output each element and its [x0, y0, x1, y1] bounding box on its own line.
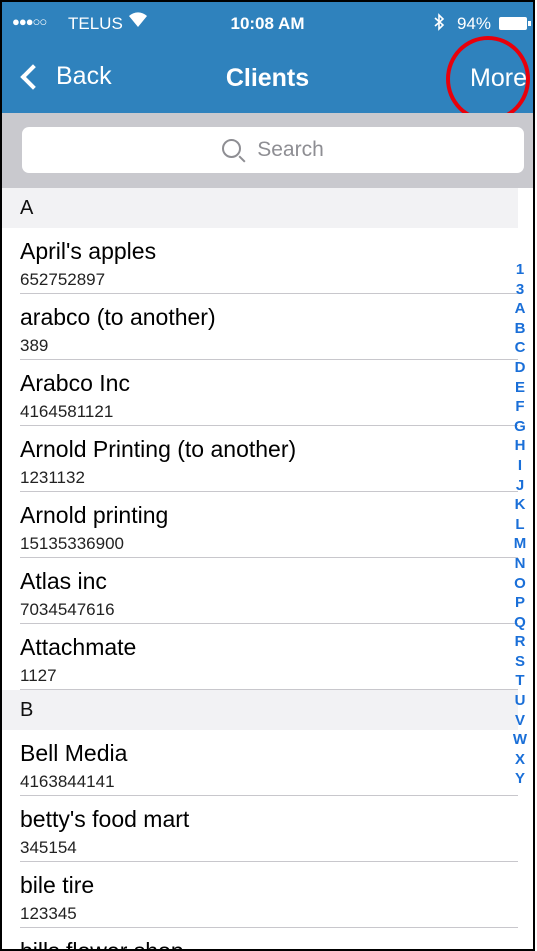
client-number: 652752897 [20, 270, 106, 289]
index-letter[interactable]: P [515, 593, 525, 613]
client-number: 4164581121 [20, 402, 114, 421]
list-item[interactable]: Atlas inc 7034547616 [2, 558, 518, 624]
index-letter[interactable]: 3 [516, 280, 524, 300]
index-letter[interactable]: 1 [516, 260, 524, 280]
list-item[interactable]: Arnold Printing (to another) 1231132 [2, 426, 518, 492]
client-name: betty's food mart [20, 806, 190, 832]
client-name: arabco (to another) [20, 304, 216, 330]
search-placeholder: Search [257, 138, 324, 161]
status-time: 10:08 AM [230, 14, 305, 33]
battery-percent: 94% [456, 14, 491, 33]
index-letter[interactable]: I [518, 456, 522, 476]
more-button[interactable]: More [470, 64, 527, 93]
index-letter[interactable]: V [515, 711, 525, 731]
client-name: April's apples [20, 238, 157, 264]
client-number: 4163844141 [20, 772, 115, 791]
index-letter[interactable]: K [515, 495, 526, 515]
index-letter[interactable]: N [515, 554, 526, 574]
index-letter[interactable]: U [515, 691, 526, 711]
battery-icon [499, 17, 531, 30]
client-name: bills flower shop [20, 938, 184, 951]
index-letter[interactable]: L [515, 515, 524, 535]
list-item[interactable]: Attachmate 1127 [2, 624, 518, 690]
section-header-b: B [2, 690, 518, 730]
client-number: 389 [20, 336, 49, 355]
section-header-a: A [2, 188, 518, 228]
app-frame: ●●●○○ TELUS 10:08 AM 94% Back Clients Mo… [0, 0, 535, 951]
page-title: Clients [225, 64, 310, 92]
client-number: 345154 [20, 838, 77, 857]
client-name: Atlas inc [20, 568, 107, 594]
list-item[interactable]: bile tire 123345 [2, 862, 518, 928]
client-list: A April's apples 652752897 arabco (to an… [2, 188, 518, 951]
index-letter[interactable]: C [515, 338, 526, 358]
list-item[interactable]: Bell Media 4163844141 [2, 730, 518, 796]
client-name: bile tire [20, 872, 95, 898]
index-letter[interactable]: T [515, 671, 524, 691]
index-letter[interactable]: S [515, 652, 525, 672]
client-name: Arnold printing [20, 502, 169, 528]
status-bar: ●●●○○ TELUS 10:08 AM 94% [2, 2, 533, 46]
list-item[interactable]: betty's food mart 345154 [2, 796, 518, 862]
client-name: Bell Media [20, 740, 128, 766]
index-letter[interactable]: O [514, 574, 526, 594]
navigation-bar: Back Clients More [2, 46, 533, 113]
client-number: 15135336900 [20, 534, 125, 553]
client-name: Arabco Inc [20, 370, 130, 396]
index-letter[interactable]: G [514, 417, 526, 437]
index-letter[interactable]: Q [514, 613, 526, 633]
index-letter[interactable]: M [514, 534, 527, 554]
search-icon [222, 138, 242, 158]
section-index[interactable]: 1 3 A B C D E F G H I J K L M N O P Q R … [507, 260, 533, 789]
list-item[interactable]: April's apples 652752897 [2, 228, 518, 294]
bluetooth-icon [433, 13, 445, 36]
index-letter[interactable]: R [515, 632, 526, 652]
search-input[interactable]: Search [22, 127, 524, 173]
index-letter[interactable]: A [515, 299, 526, 319]
list-item[interactable]: bills flower shop [2, 928, 518, 951]
index-letter[interactable]: W [513, 730, 527, 750]
client-name: Arnold Printing (to another) [20, 436, 297, 462]
client-number: 123345 [20, 904, 77, 923]
index-letter[interactable]: X [515, 750, 525, 770]
list-item[interactable]: Arabco Inc 4164581121 [2, 360, 518, 426]
index-letter[interactable]: H [515, 436, 526, 456]
client-number: 7034547616 [20, 600, 115, 619]
index-letter[interactable]: J [516, 476, 524, 496]
index-letter[interactable]: D [515, 358, 526, 378]
search-bar: Search [2, 113, 533, 188]
list-item[interactable]: arabco (to another) 389 [2, 294, 518, 360]
client-number: 1231132 [20, 468, 85, 487]
index-letter[interactable]: Y [515, 769, 525, 789]
client-number: 1127 [20, 666, 57, 685]
index-letter[interactable]: E [515, 378, 525, 398]
client-name: Attachmate [20, 634, 137, 660]
index-letter[interactable]: F [515, 397, 524, 417]
list-item[interactable]: Arnold printing 15135336900 [2, 492, 518, 558]
index-letter[interactable]: B [515, 319, 526, 339]
